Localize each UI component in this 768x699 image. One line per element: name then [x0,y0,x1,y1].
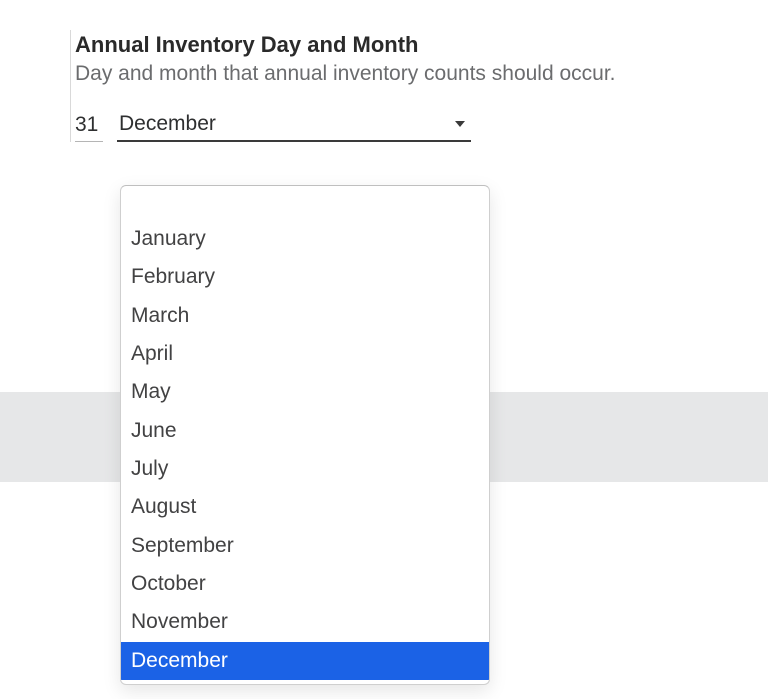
date-controls: 31 December [73,110,728,142]
month-option-december[interactable]: December [121,642,489,680]
chevron-down-icon [455,121,465,127]
month-option-january[interactable]: January [121,220,489,258]
month-option-august[interactable]: August [121,488,489,526]
month-select-value: December [119,112,216,136]
month-option-september[interactable]: September [121,527,489,565]
month-option-may[interactable]: May [121,373,489,411]
section-title: Annual Inventory Day and Month [73,30,728,62]
month-option-june[interactable]: June [121,412,489,450]
month-select[interactable]: December [117,110,471,142]
month-option-april[interactable]: April [121,335,489,373]
month-option-october[interactable]: October [121,565,489,603]
section-description: Day and month that annual inventory coun… [73,62,728,110]
month-option-july[interactable]: July [121,450,489,488]
month-option-february[interactable]: February [121,258,489,296]
inventory-date-panel: Annual Inventory Day and Month Day and m… [70,30,728,142]
month-option-november[interactable]: November [121,603,489,641]
day-input[interactable]: 31 [75,111,103,142]
month-option-march[interactable]: March [121,297,489,335]
month-dropdown-list[interactable]: January February March April May June Ju… [120,185,490,685]
